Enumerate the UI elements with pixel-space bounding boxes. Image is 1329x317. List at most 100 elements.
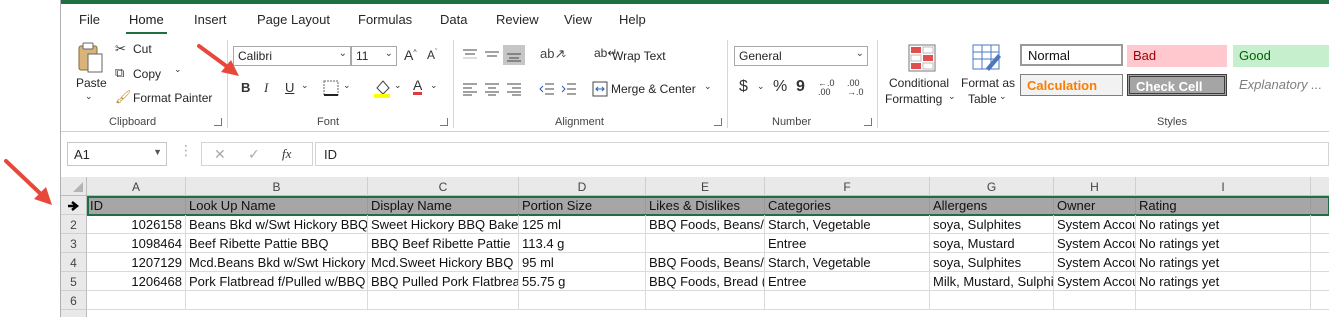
underline-button[interactable]: U bbox=[285, 81, 294, 94]
middle-align-icon[interactable] bbox=[484, 48, 500, 62]
cell-g4[interactable]: soya, Sulphites bbox=[930, 253, 1054, 272]
comma-style-button[interactable]: 9 bbox=[796, 79, 805, 95]
cell-g2[interactable]: soya, Sulphites bbox=[930, 215, 1054, 234]
decrease-font-size-icon[interactable]: Aˇ bbox=[427, 49, 437, 61]
chevron-down-icon[interactable]: ⌄ bbox=[757, 82, 765, 91]
cell-f3[interactable]: Entree bbox=[765, 234, 930, 253]
cell-b1[interactable]: Look Up Name bbox=[186, 196, 368, 215]
align-left-icon[interactable] bbox=[462, 82, 478, 96]
chevron-down-icon[interactable]: ⌄ bbox=[704, 82, 712, 91]
cell-f5[interactable]: Entree bbox=[765, 272, 930, 291]
cell-f6[interactable] bbox=[765, 291, 930, 310]
cell-b2[interactable]: Beans Bkd w/Swt Hickory BBQ bbox=[186, 215, 368, 234]
conditional-formatting-button[interactable]: Conditional bbox=[889, 76, 949, 90]
increase-font-size-icon[interactable]: A^ bbox=[404, 48, 417, 62]
cell-d5[interactable]: 55.75 g bbox=[519, 272, 646, 291]
cell-e2[interactable]: BBQ Foods, Beans/ bbox=[646, 215, 765, 234]
cell-d2[interactable]: 125 ml bbox=[519, 215, 646, 234]
cell-c6[interactable] bbox=[368, 291, 519, 310]
cell-a1[interactable]: ID bbox=[87, 196, 186, 215]
cell-e3[interactable] bbox=[646, 234, 765, 253]
cell-i6[interactable] bbox=[1136, 291, 1311, 310]
cell-e6[interactable] bbox=[646, 291, 765, 310]
cell-c2[interactable]: Sweet Hickory BBQ Baked bbox=[368, 215, 519, 234]
cell-i3[interactable]: No ratings yet bbox=[1136, 234, 1311, 253]
cell-c3[interactable]: BBQ Beef Ribette Pattie bbox=[368, 234, 519, 253]
column-header-i[interactable]: I bbox=[1136, 177, 1311, 196]
cell-a2[interactable]: 1026158 bbox=[87, 215, 186, 234]
chevron-down-icon[interactable]: ⌄ bbox=[301, 81, 309, 90]
cell-a4[interactable]: 1207129 bbox=[87, 253, 186, 272]
increase-decimal-icon[interactable]: ←.0.00 bbox=[818, 79, 835, 97]
cell-e1[interactable]: Likes & Dislikes bbox=[646, 196, 765, 215]
insert-function-button[interactable]: fx bbox=[282, 147, 291, 160]
cell-j1[interactable] bbox=[1311, 196, 1329, 215]
row-header-4[interactable]: 4 bbox=[61, 253, 87, 272]
number-format-dropdown[interactable]: General ⌄ bbox=[734, 46, 868, 66]
cell-h6[interactable] bbox=[1054, 291, 1136, 310]
copy-button[interactable]: Copy bbox=[133, 67, 161, 81]
increase-indent-icon[interactable] bbox=[561, 82, 577, 96]
clipboard-launcher-icon[interactable] bbox=[214, 118, 222, 126]
cell-h1[interactable]: Owner bbox=[1054, 196, 1136, 215]
chevron-down-icon[interactable]: ⌄ bbox=[948, 92, 956, 101]
cell-b3[interactable]: Beef Ribette Pattie BBQ bbox=[186, 234, 368, 253]
row-header-3[interactable]: 3 bbox=[61, 234, 87, 253]
cell-e4[interactable]: BBQ Foods, Beans/ bbox=[646, 253, 765, 272]
tab-page-layout[interactable]: Page Layout bbox=[257, 12, 330, 27]
font-launcher-icon[interactable] bbox=[440, 118, 448, 126]
cut-button[interactable]: Cut bbox=[133, 42, 152, 56]
cell-g5[interactable]: Milk, Mustard, Sulphites bbox=[930, 272, 1054, 291]
tab-home[interactable]: Home bbox=[126, 12, 167, 35]
column-header-g[interactable]: G bbox=[930, 177, 1054, 196]
cell-d3[interactable]: 113.4 g bbox=[519, 234, 646, 253]
cell-h3[interactable]: System Account bbox=[1054, 234, 1136, 253]
cell-c5[interactable]: BBQ Pulled Pork Flatbread bbox=[368, 272, 519, 291]
style-calculation[interactable]: Calculation bbox=[1020, 74, 1123, 96]
cell-g6[interactable] bbox=[930, 291, 1054, 310]
format-as-table-button[interactable]: Format as bbox=[961, 76, 1015, 90]
tab-help[interactable]: Help bbox=[619, 12, 646, 27]
cell-j6[interactable] bbox=[1311, 291, 1329, 310]
cell-i4[interactable]: No ratings yet bbox=[1136, 253, 1311, 272]
select-all-button[interactable] bbox=[61, 177, 87, 196]
bottom-align-button[interactable] bbox=[503, 45, 525, 65]
cell-j3[interactable] bbox=[1311, 234, 1329, 253]
style-bad[interactable]: Bad bbox=[1127, 45, 1227, 67]
top-align-icon[interactable] bbox=[462, 48, 478, 62]
cell-h2[interactable]: System Account bbox=[1054, 215, 1136, 234]
style-normal[interactable]: Normal bbox=[1020, 44, 1123, 66]
chevron-down-icon[interactable]: ⌄ bbox=[85, 92, 93, 101]
column-header-d[interactable]: D bbox=[519, 177, 646, 196]
style-good[interactable]: Good bbox=[1233, 45, 1329, 67]
tab-data[interactable]: Data bbox=[440, 12, 467, 27]
chevron-down-icon[interactable]: ⌄ bbox=[394, 81, 402, 90]
bold-button[interactable]: B bbox=[241, 81, 250, 94]
cell-d6[interactable] bbox=[519, 291, 646, 310]
cell-b6[interactable] bbox=[186, 291, 368, 310]
enter-check-icon[interactable]: ✓ bbox=[248, 147, 260, 161]
cell-j5[interactable] bbox=[1311, 272, 1329, 291]
fill-color-icon[interactable] bbox=[373, 78, 391, 98]
number-launcher-icon[interactable] bbox=[864, 118, 872, 126]
cell-a6[interactable] bbox=[87, 291, 186, 310]
percent-button[interactable]: % bbox=[773, 79, 787, 95]
cell-j4[interactable] bbox=[1311, 253, 1329, 272]
column-header-f[interactable]: F bbox=[765, 177, 930, 196]
alignment-launcher-icon[interactable] bbox=[714, 118, 722, 126]
row-header-2[interactable]: 2 bbox=[61, 215, 87, 234]
cell-g1[interactable]: Allergens bbox=[930, 196, 1054, 215]
cell-e5[interactable]: BBQ Foods, Bread ( bbox=[646, 272, 765, 291]
column-header-b[interactable]: B bbox=[186, 177, 368, 196]
cell-g3[interactable]: soya, Mustard bbox=[930, 234, 1054, 253]
name-box[interactable]: A1 ▼ bbox=[67, 142, 167, 166]
font-name-dropdown[interactable]: Calibri ⌄ bbox=[233, 46, 351, 66]
chevron-down-icon[interactable]: ⌄ bbox=[343, 81, 351, 90]
chevron-down-icon[interactable]: ⌄ bbox=[560, 50, 568, 59]
cell-c1[interactable]: Display Name bbox=[368, 196, 519, 215]
chevron-down-icon[interactable]: ⌄ bbox=[174, 65, 182, 74]
decrease-indent-icon[interactable] bbox=[539, 82, 555, 96]
cell-b4[interactable]: Mcd.Beans Bkd w/Swt Hickory bbox=[186, 253, 368, 272]
column-header-a[interactable]: A bbox=[87, 177, 186, 196]
cell-d4[interactable]: 95 ml bbox=[519, 253, 646, 272]
